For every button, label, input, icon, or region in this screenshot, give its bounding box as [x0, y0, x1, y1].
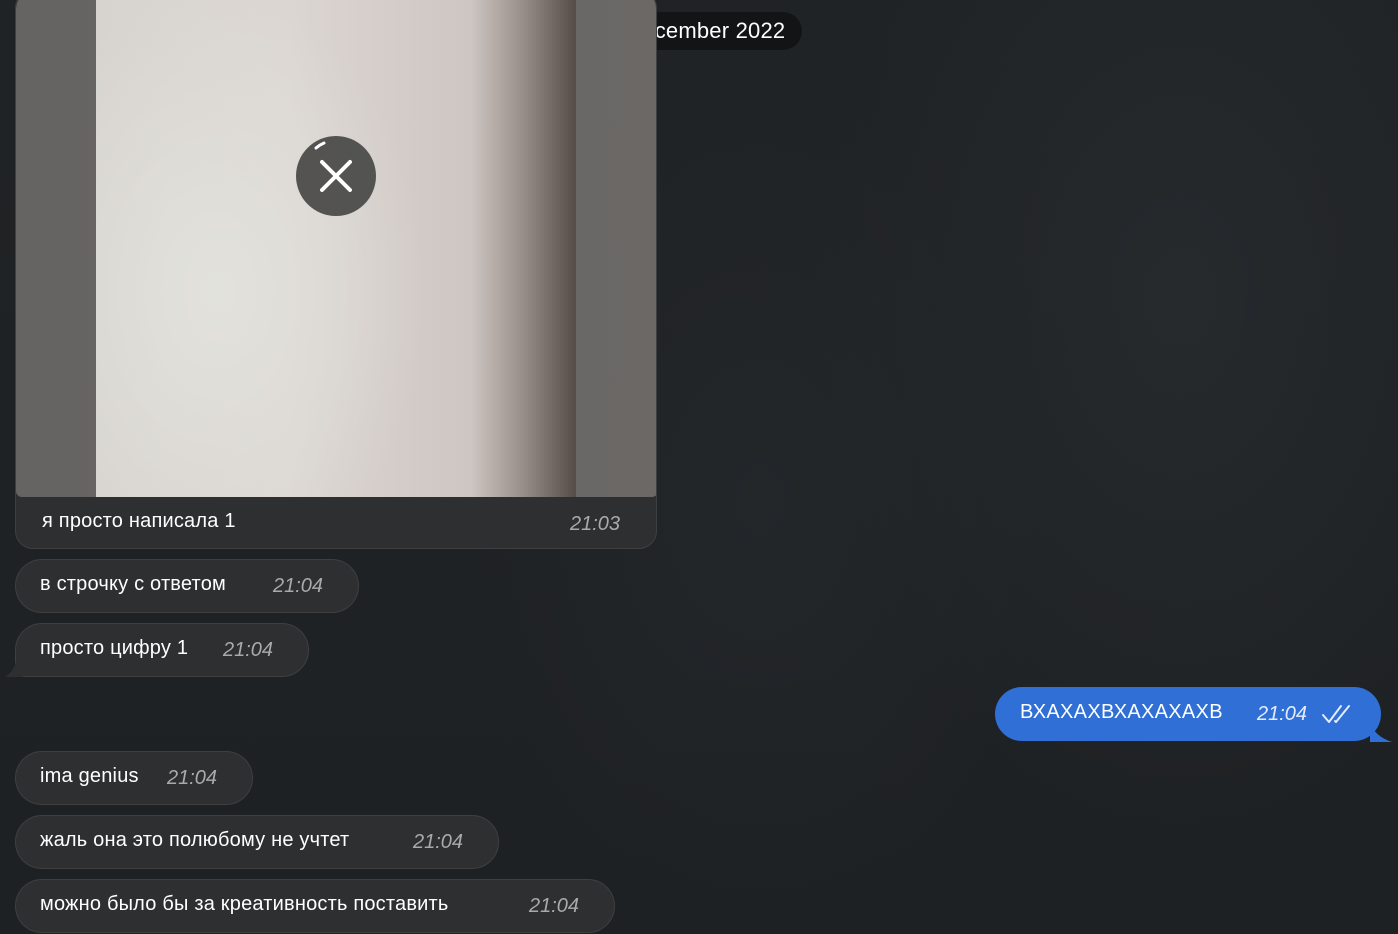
message-text: можно было бы за креативность поставить	[40, 893, 449, 915]
message-bubble-outgoing[interactable]: ВХАХАХВХАХАХАХВ 21:04	[995, 687, 1381, 741]
bubble-tail	[1370, 722, 1392, 742]
message-bubble[interactable]: жаль она это полюбому не учтет 21:04	[15, 815, 499, 869]
message-time: 21:04	[273, 575, 324, 597]
cancel-download-button[interactable]	[296, 136, 376, 216]
photo-preview	[96, 0, 576, 497]
message-bubble[interactable]: ima genius 21:04	[15, 751, 253, 805]
message-bubble[interactable]: просто цифру 1 21:04	[15, 623, 309, 677]
message-text: жаль она это полюбому не учтет	[40, 829, 350, 851]
message-text: просто цифру 1	[40, 637, 189, 659]
read-double-check-icon	[1322, 705, 1350, 723]
message-bubble-photo[interactable]: я просто написала 1 21:03	[15, 0, 657, 549]
message-time: 21:04	[529, 895, 580, 917]
message-time: 21:04	[413, 831, 464, 853]
close-icon	[314, 141, 352, 192]
message-time: 21:04	[167, 767, 218, 789]
message-text: ВХАХАХВХАХАХАХВ	[1020, 701, 1223, 723]
message-bubble[interactable]: в строчку с ответом 21:04	[15, 559, 359, 613]
message-text: я просто написала 1	[42, 510, 236, 532]
message-time: 21:04	[1257, 703, 1308, 725]
message-text: ima genius	[40, 765, 139, 787]
photo-attachment[interactable]	[16, 0, 656, 497]
message-bubble[interactable]: можно было бы за креативность поставить …	[15, 879, 615, 933]
message-text: в строчку с ответом	[40, 573, 226, 595]
message-time: 21:03	[570, 513, 621, 535]
bubble-tail	[5, 657, 23, 677]
message-time: 21:04	[223, 639, 274, 661]
